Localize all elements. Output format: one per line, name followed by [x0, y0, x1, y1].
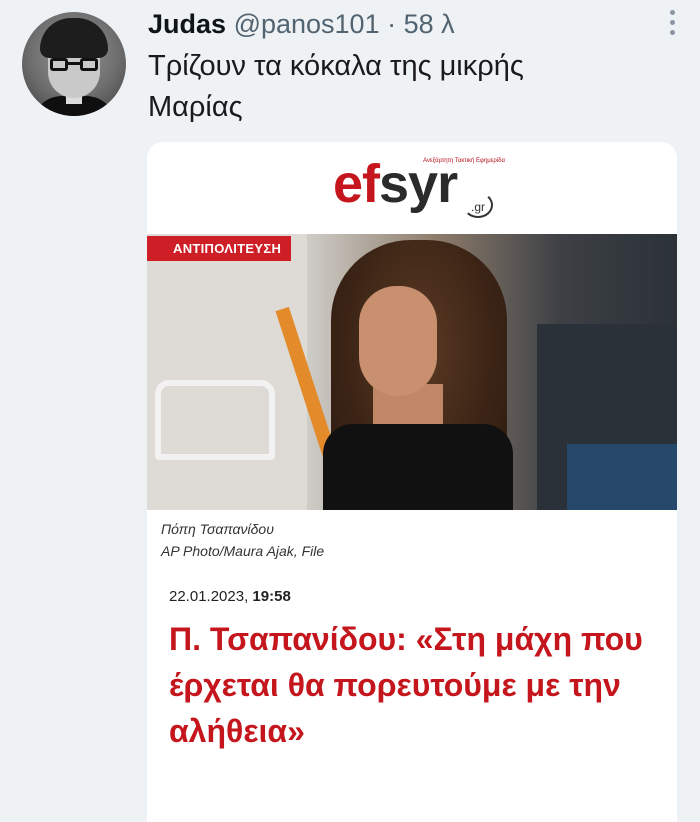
author-handle[interactable]: @panos101	[234, 9, 380, 39]
article-photo[interactable]: ΑΝΤΙΠΟΛΙΤΕΥΣΗ	[147, 234, 677, 510]
article-date: 22.01.2023,	[169, 588, 249, 605]
article-card[interactable]: efsyr Ανεξάρτητη Τακτική Εφημερίδα .gr Α…	[147, 142, 677, 822]
glasses-icon	[50, 58, 98, 72]
tweet[interactable]: Judas @panos101 · 58 λ Τρίζουν τα κόκαλα…	[0, 0, 700, 822]
site-tagline: Ανεξάρτητη Τακτική Εφημερίδα	[423, 158, 505, 164]
tweet-text: Τρίζουν τα κόκαλα της μικρής Μαρίας	[148, 50, 524, 123]
tweet-time[interactable]: 58 λ	[404, 9, 455, 39]
article-headline[interactable]: Π. Τσαπανίδου: «Στη μάχη που έρχεται θα …	[169, 616, 659, 754]
photo-credit: AP Photo/Maura Ajak, File	[161, 543, 325, 559]
photo-caption: Πόπη Τσαπανίδου AP Photo/Maura Ajak, Fil…	[161, 518, 661, 562]
author-name[interactable]: Judas	[148, 9, 226, 39]
avatar[interactable]	[22, 12, 126, 116]
article-datetime: 22.01.2023, 19:58	[169, 588, 291, 605]
separator-dot: ·	[387, 9, 397, 39]
tweet-header: Judas @panos101 · 58 λ	[148, 8, 455, 40]
site-logo-suffix: .gr	[463, 192, 493, 218]
site-logo: efsyr Ανεξάρτητη Τακτική Εφημερίδα .gr	[147, 142, 677, 232]
photo-caption-name: Πόπη Τσαπανίδου	[161, 521, 274, 537]
category-badge[interactable]: ΑΝΤΙΠΟΛΙΤΕΥΣΗ	[147, 236, 292, 261]
article-time: 19:58	[252, 588, 291, 605]
more-options-icon[interactable]	[668, 10, 676, 40]
